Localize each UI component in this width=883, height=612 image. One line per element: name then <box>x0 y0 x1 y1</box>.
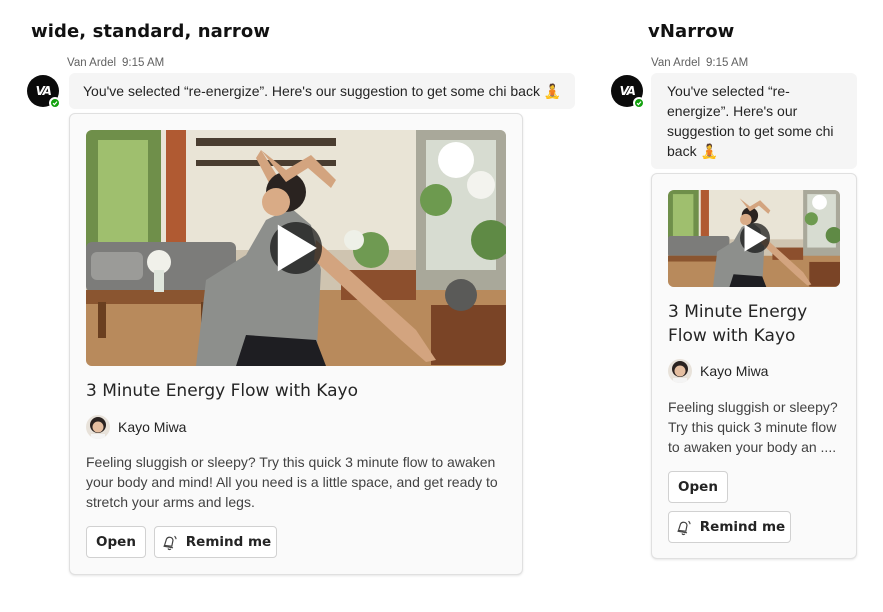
message-meta: Van Ardel 9:15 AM <box>651 57 748 69</box>
message-time: 9:15 AM <box>706 57 749 69</box>
presence-available-icon <box>49 97 61 109</box>
video-card: 3 Minute Energy Flow with Kayo Kayo Miwa… <box>651 173 857 559</box>
sender-avatar[interactable]: VA <box>611 75 645 109</box>
play-button[interactable] <box>270 222 322 274</box>
open-button[interactable]: Open <box>86 526 146 558</box>
card-description: Feeling sluggish or sleepy? Try this qui… <box>86 454 498 510</box>
message-bubble: You've selected “re-energize”. Here's ou… <box>69 73 575 109</box>
open-button[interactable]: Open <box>668 471 728 503</box>
video-thumbnail[interactable] <box>668 190 840 287</box>
sender-name: Van Ardel <box>651 57 701 69</box>
play-icon <box>277 224 317 272</box>
remind-me-button[interactable]: Remind me <box>154 526 277 558</box>
message-meta: Van Ardel 9:15 AM <box>67 57 164 69</box>
card-description: Feeling sluggish or sleepy? Try this qui… <box>668 399 838 455</box>
remind-me-label: Remind me <box>699 519 786 535</box>
section-title-vnarrow: vNarrow <box>648 21 735 42</box>
sender-avatar[interactable]: VA <box>27 75 61 109</box>
card-title[interactable]: 3 Minute Energy Flow with Kayo <box>86 379 506 403</box>
remind-me-label: Remind me <box>185 534 272 550</box>
card-author[interactable]: Kayo Miwa <box>86 415 186 439</box>
author-name: Kayo Miwa <box>118 419 187 435</box>
message-bubble: You've selected “re-energize”. Here's ou… <box>651 73 857 169</box>
card-title[interactable]: 3 Minute Energy Flow with Kayo <box>668 300 844 348</box>
avatar-initials: VA <box>619 84 636 98</box>
video-thumbnail[interactable] <box>86 130 506 366</box>
author-avatar <box>668 359 692 383</box>
remind-bell-icon <box>160 533 178 551</box>
sender-name: Van Ardel <box>67 57 117 69</box>
play-button[interactable] <box>740 223 770 253</box>
play-icon <box>744 224 767 252</box>
remind-me-button[interactable]: Remind me <box>668 511 791 543</box>
remind-bell-icon <box>674 518 692 536</box>
section-title-wide: wide, standard, narrow <box>31 21 271 42</box>
presence-available-icon <box>633 97 645 109</box>
video-card: 3 Minute Energy Flow with Kayo Kayo Miwa… <box>69 113 523 575</box>
author-name: Kayo Miwa <box>700 363 769 379</box>
avatar-initials: VA <box>35 84 52 98</box>
message-time: 9:15 AM <box>122 57 165 69</box>
author-avatar <box>86 415 110 439</box>
card-author[interactable]: Kayo Miwa <box>668 359 768 383</box>
